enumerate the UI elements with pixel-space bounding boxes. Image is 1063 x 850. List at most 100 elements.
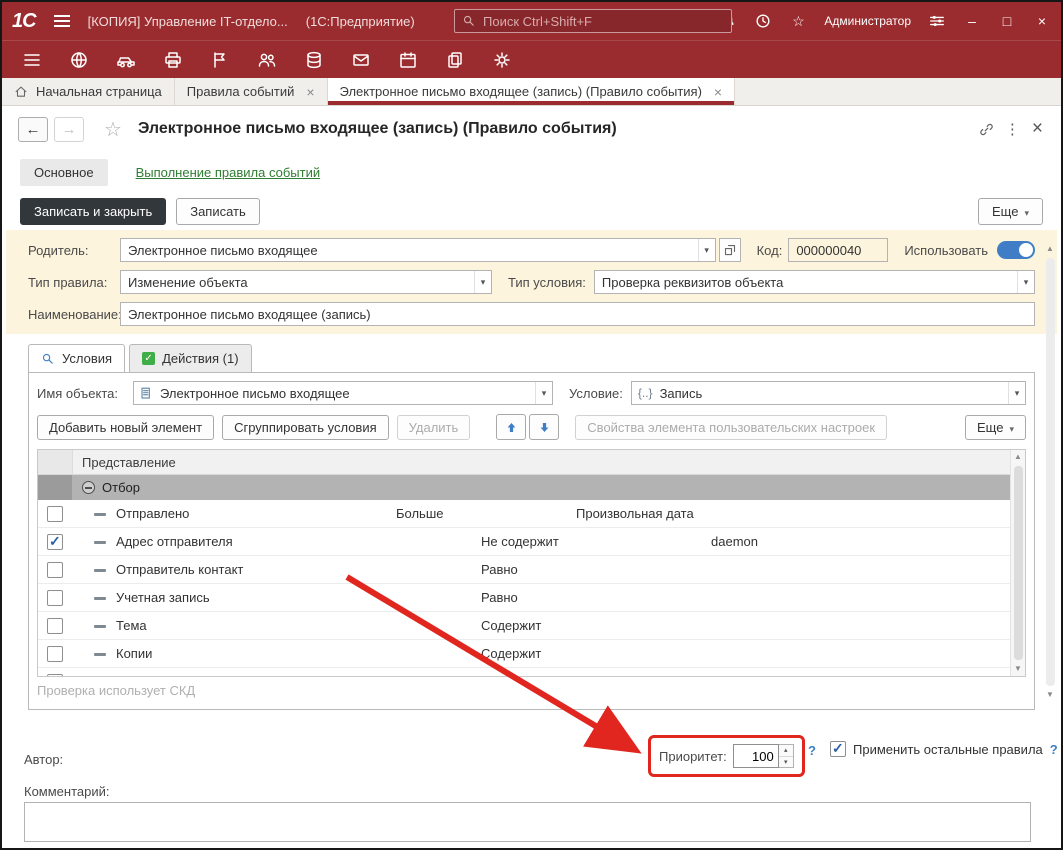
add-favorite-star-icon[interactable]: ☆ (104, 117, 122, 142)
current-user[interactable]: Администратор (824, 14, 911, 28)
chevron-down-icon[interactable]: ▾ (535, 382, 552, 404)
nav-item-main[interactable]: Основное (20, 159, 108, 186)
apply-help-icon[interactable]: ? (1050, 742, 1058, 757)
scroll-down-icon[interactable]: ▼ (1014, 662, 1022, 676)
row-checkbox[interactable] (47, 562, 63, 578)
rule-type-select[interactable]: Изменение объекта ▾ (120, 270, 492, 294)
minimize-button[interactable]: – (963, 13, 981, 29)
chevron-down-icon[interactable]: ▾ (474, 271, 491, 293)
functions-menu-icon[interactable] (22, 50, 42, 70)
priority-help-icon[interactable]: ? (808, 743, 816, 758)
tab-home[interactable]: Начальная страница (2, 78, 175, 105)
documents-icon[interactable] (445, 50, 465, 70)
main-menu-icon[interactable] (50, 11, 74, 31)
condition-select[interactable]: {..} Запись ▾ (631, 381, 1026, 405)
object-name-select[interactable]: Электронное письмо входящее ▾ (133, 381, 553, 405)
form-scrollbar[interactable]: ▲ ▼ (1044, 242, 1056, 702)
scroll-up-icon[interactable]: ▲ (1014, 450, 1022, 464)
row-field: Тема (116, 618, 147, 633)
arrow-up-icon (505, 421, 518, 434)
name-field[interactable]: Электронное письмо входящее (запись) (120, 302, 1035, 326)
spin-up-icon[interactable]: ▴ (779, 745, 793, 757)
save-and-close-button[interactable]: Записать и закрыть (20, 198, 166, 225)
row-checkbox[interactable] (47, 506, 63, 522)
row-checkbox[interactable] (47, 534, 63, 550)
condition-type-select[interactable]: Проверка реквизитов объекта ▾ (594, 270, 1035, 294)
users-icon[interactable] (257, 50, 277, 70)
more-menu-icon[interactable]: ⋮ (1001, 120, 1024, 138)
table-row[interactable]: Отправитель контакт Равно (38, 556, 1010, 584)
user-settings-properties-button[interactable]: Свойства элемента пользовательских настр… (575, 415, 887, 440)
command-bar: Записать и закрыть Записать Еще▾ (2, 192, 1061, 230)
save-button[interactable]: Записать (176, 198, 260, 225)
comment-field[interactable] (24, 802, 1031, 842)
vehicle-icon[interactable] (116, 50, 136, 70)
scroll-down-icon[interactable]: ▼ (1046, 688, 1054, 702)
table-row[interactable]: Копии Содержит (38, 640, 1010, 668)
table-row[interactable]: Тема Содержит (38, 612, 1010, 640)
parent-field[interactable]: Электронное письмо входящее ▾ (120, 238, 716, 262)
table-row[interactable]: Адрес отправителя Не содержит daemon (38, 528, 1010, 556)
table-scrollbar[interactable]: ▲ ▼ (1010, 450, 1025, 676)
group-conditions-button[interactable]: Сгруппировать условия (222, 415, 389, 440)
row-checkbox[interactable] (47, 590, 63, 606)
tab-email-rule-active[interactable]: Электронное письмо входящее (запись) (Пр… (328, 78, 736, 105)
apply-other-rules-checkbox[interactable] (830, 741, 846, 757)
table-row-clipped[interactable] (38, 668, 1010, 676)
database-icon[interactable] (304, 50, 324, 70)
name-value: Электронное письмо входящее (запись) (128, 307, 371, 322)
tab-event-rules[interactable]: Правила событий × (175, 78, 328, 105)
scroll-up-icon[interactable]: ▲ (1046, 242, 1054, 256)
table-row[interactable]: Отправлено Больше Произвольная дата (38, 500, 1010, 528)
tab-actions[interactable]: ✓ Действия (1) (129, 344, 251, 372)
chevron-down-icon[interactable]: ▾ (1017, 271, 1034, 293)
author-label: Автор: (24, 752, 63, 767)
chevron-down-icon[interactable]: ▾ (698, 239, 715, 261)
collapse-icon[interactable] (82, 481, 95, 494)
move-up-button[interactable] (496, 414, 526, 440)
more-actions-button[interactable]: Еще▾ (978, 198, 1043, 225)
row-checkbox[interactable] (47, 618, 63, 634)
table-header: Представление (38, 450, 1010, 475)
nav-link-rule-execution[interactable]: Выполнение правила событий (136, 165, 321, 180)
close-form-icon[interactable]: × (1030, 118, 1045, 140)
internet-icon[interactable] (69, 50, 89, 70)
spin-down-icon[interactable]: ▾ (779, 757, 793, 768)
forward-button[interactable]: → (54, 117, 84, 142)
use-toggle[interactable] (997, 241, 1035, 259)
flag-icon[interactable] (210, 50, 230, 70)
scrollbar-thumb[interactable] (1046, 258, 1055, 686)
object-row: Имя объекта: Электронное письмо входящее… (37, 381, 1026, 405)
printer-icon[interactable] (163, 50, 183, 70)
search-placeholder: Поиск Ctrl+Shift+F (483, 14, 592, 29)
priority-spinner[interactable]: ▴ ▾ (779, 744, 794, 768)
row-checkbox[interactable] (47, 646, 63, 662)
tab-close-icon[interactable]: × (306, 84, 314, 100)
tab-conditions[interactable]: Условия (28, 344, 125, 372)
chevron-down-icon[interactable]: ▾ (1008, 382, 1025, 404)
calendar-icon[interactable] (398, 50, 418, 70)
delete-button[interactable]: Удалить (397, 415, 471, 440)
global-search-input[interactable]: Поиск Ctrl+Shift+F (454, 9, 732, 33)
back-button[interactable]: ← (18, 117, 48, 142)
conditions-more-button[interactable]: Еще▾ (965, 415, 1026, 440)
mail-icon[interactable] (351, 50, 371, 70)
history-icon[interactable] (754, 12, 772, 30)
get-link-icon[interactable] (978, 121, 995, 138)
table-row[interactable]: Учетная запись Равно (38, 584, 1010, 612)
open-parent-button[interactable] (719, 238, 741, 262)
condition-type-label: Тип условия: (508, 275, 586, 290)
priority-input[interactable] (733, 744, 779, 768)
add-element-button[interactable]: Добавить новый элемент (37, 415, 214, 440)
tab-close-icon[interactable]: × (714, 84, 722, 100)
filter-group-row[interactable]: Отбор (38, 475, 1010, 500)
close-window-button[interactable]: × (1033, 13, 1051, 29)
maximize-button[interactable]: □ (998, 13, 1016, 29)
favorites-star-icon[interactable]: ☆ (789, 13, 807, 30)
apply-other-rules-row: Применить остальные правила ? (830, 741, 1058, 757)
scrollbar-thumb[interactable] (1014, 466, 1023, 660)
move-down-button[interactable] (529, 414, 559, 440)
gear-icon[interactable] (492, 50, 512, 70)
row-checkbox[interactable] (47, 674, 63, 676)
service-settings-icon[interactable] (928, 12, 946, 30)
